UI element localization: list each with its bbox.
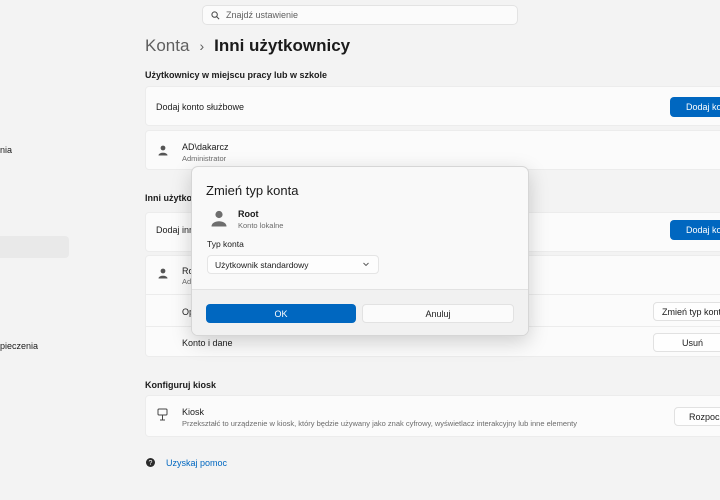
add-other-user-label: Dodaj inn (156, 225, 195, 235)
dialog-footer: OK Anuluj (192, 289, 528, 335)
section-heading-kiosk: Konfiguruj kiosk (145, 380, 217, 390)
kiosk-title: Kiosk (182, 407, 205, 417)
person-icon (158, 145, 168, 156)
chevron-down-icon (363, 262, 369, 267)
work-account-role: Administrator (182, 154, 227, 163)
help-icon: ? (146, 458, 155, 467)
account-type-value: Użytkownik standardowy (215, 259, 309, 270)
work-account-name: AD\dakarcz (182, 142, 229, 152)
ok-button[interactable]: OK (206, 304, 356, 323)
user-avatar-icon (211, 210, 227, 227)
cancel-button[interactable]: Anuluj (362, 304, 514, 323)
change-account-type-button[interactable]: Zmień typ konta (653, 302, 720, 321)
dialog-user-type: Konto lokalne (238, 221, 284, 230)
person-icon (158, 268, 168, 279)
sidebar-item-label[interactable]: pieczenia (0, 341, 38, 351)
add-work-account-button[interactable]: Dodaj ko (670, 97, 720, 117)
account-type-dropdown[interactable]: Użytkownik standardowy (207, 255, 379, 274)
breadcrumb-separator: › (199, 38, 205, 54)
sidebar: nia pieczenia (0, 0, 72, 500)
sidebar-item-label[interactable]: nia (0, 145, 12, 155)
add-work-account-card: Dodaj konto służbowe Dodaj ko (145, 86, 720, 126)
account-type-label: Typ konta (207, 239, 244, 249)
breadcrumb-parent[interactable]: Konta (145, 36, 189, 56)
breadcrumb: Konta › Inni użytkownicy (145, 36, 350, 56)
dialog-user-name: Root (238, 209, 259, 219)
search-input[interactable]: Znajdź ustawienie (226, 10, 298, 20)
other-user-sub: Ad (182, 277, 192, 286)
help-link-label[interactable]: Uzyskaj pomoc (166, 458, 227, 468)
sidebar-item-selected[interactable] (0, 236, 69, 258)
kiosk-description: Przekształć to urządzenie w kiosk, który… (182, 419, 578, 428)
kiosk-start-button[interactable]: Rozpocz (674, 407, 720, 426)
add-work-account-label: Dodaj konto służbowe (156, 102, 245, 112)
kiosk-card: Kiosk Przekształć to urządzenie w kiosk,… (145, 395, 720, 437)
dialog-title: Zmień typ konta (206, 183, 299, 198)
search-icon (211, 10, 220, 19)
section-heading-work: Użytkownicy w miejscu pracy lub w szkole (145, 70, 328, 80)
svg-text:?: ? (149, 460, 153, 467)
change-account-type-dialog: Zmień typ konta Root Konto lokalne Typ k… (191, 166, 529, 336)
work-account-card[interactable]: AD\dakarcz Administrator (145, 130, 720, 170)
search-box[interactable]: Znajdź ustawienie (202, 5, 518, 25)
page-title: Inni użytkownicy (214, 36, 351, 55)
account-data-label: Konto i dane (182, 338, 233, 348)
help-link[interactable]: ? Uzyskaj pomoc (145, 457, 227, 468)
add-other-user-button[interactable]: Dodaj ko (670, 220, 720, 240)
remove-account-button[interactable]: Usuń (653, 333, 720, 352)
kiosk-icon (157, 408, 168, 421)
